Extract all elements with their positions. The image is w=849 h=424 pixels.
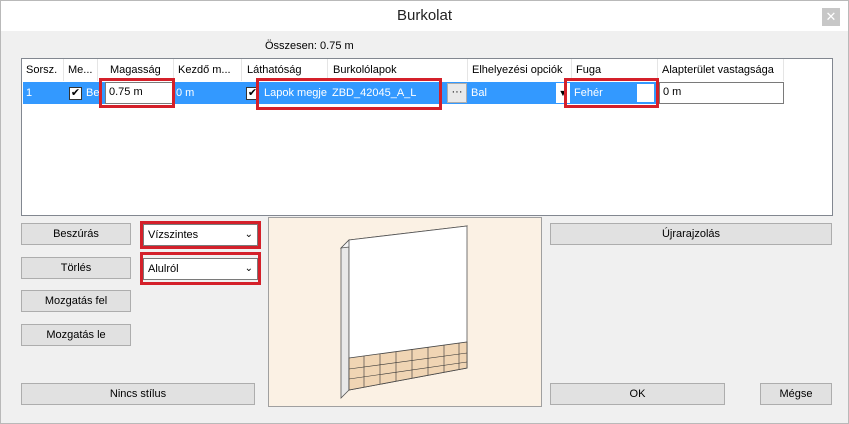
row-placement[interactable]: Bal	[468, 82, 558, 104]
highlight-box	[256, 78, 442, 110]
close-button[interactable]: ✕	[822, 8, 840, 26]
row-index: 1	[26, 87, 33, 99]
direction-value: Alulról	[148, 263, 179, 275]
ok-button[interactable]: OK	[550, 383, 725, 405]
col-header-index[interactable]: Sorsz.	[22, 59, 64, 81]
col-header-thickness[interactable]: Alapterület vastagsága	[658, 59, 784, 81]
no-style-button[interactable]: Nincs stílus	[21, 383, 255, 405]
direction-select[interactable]: Alulról ⌄	[143, 258, 258, 280]
highlight-box	[564, 78, 659, 108]
close-icon: ✕	[825, 9, 837, 24]
thickness-input[interactable]: 0 m	[659, 82, 784, 104]
tiles-browse-button[interactable]: ···	[447, 83, 467, 103]
row-start[interactable]: 0 m	[173, 82, 243, 104]
preview-panel	[268, 217, 542, 407]
wall-preview-image	[339, 225, 469, 399]
col-header-placement[interactable]: Elhelyezési opciók	[468, 59, 572, 81]
orientation-value: Vízszintes	[148, 229, 199, 241]
chevron-down-icon: ⌄	[244, 263, 253, 274]
checkmark-icon: ✔	[70, 87, 81, 99]
insert-button[interactable]: Beszúrás	[21, 223, 131, 245]
move-up-button[interactable]: Mozgatás fel	[21, 290, 131, 312]
cancel-button[interactable]: Mégse	[760, 383, 832, 405]
col-header-start[interactable]: Kezdő m...	[174, 59, 242, 81]
highlight-box	[99, 78, 175, 108]
move-down-button[interactable]: Mozgatás le	[21, 324, 131, 346]
burkolat-dialog: Burkolat ✕ Összesen: 0.75 m Sorsz. Me...…	[0, 0, 849, 424]
chevron-down-icon: ⌄	[244, 229, 253, 240]
redraw-button[interactable]: Újrarajzolás	[550, 223, 832, 245]
row-checkbox[interactable]: ✔	[69, 87, 82, 100]
title-bar: Burkolat ✕	[1, 1, 848, 31]
orientation-select[interactable]: Vízszintes ⌄	[143, 224, 258, 246]
col-header-me[interactable]: Me...	[64, 59, 98, 81]
summary-total: Összesen: 0.75 m	[265, 40, 354, 52]
delete-button[interactable]: Törlés	[21, 257, 131, 279]
window-title: Burkolat	[396, 7, 453, 24]
